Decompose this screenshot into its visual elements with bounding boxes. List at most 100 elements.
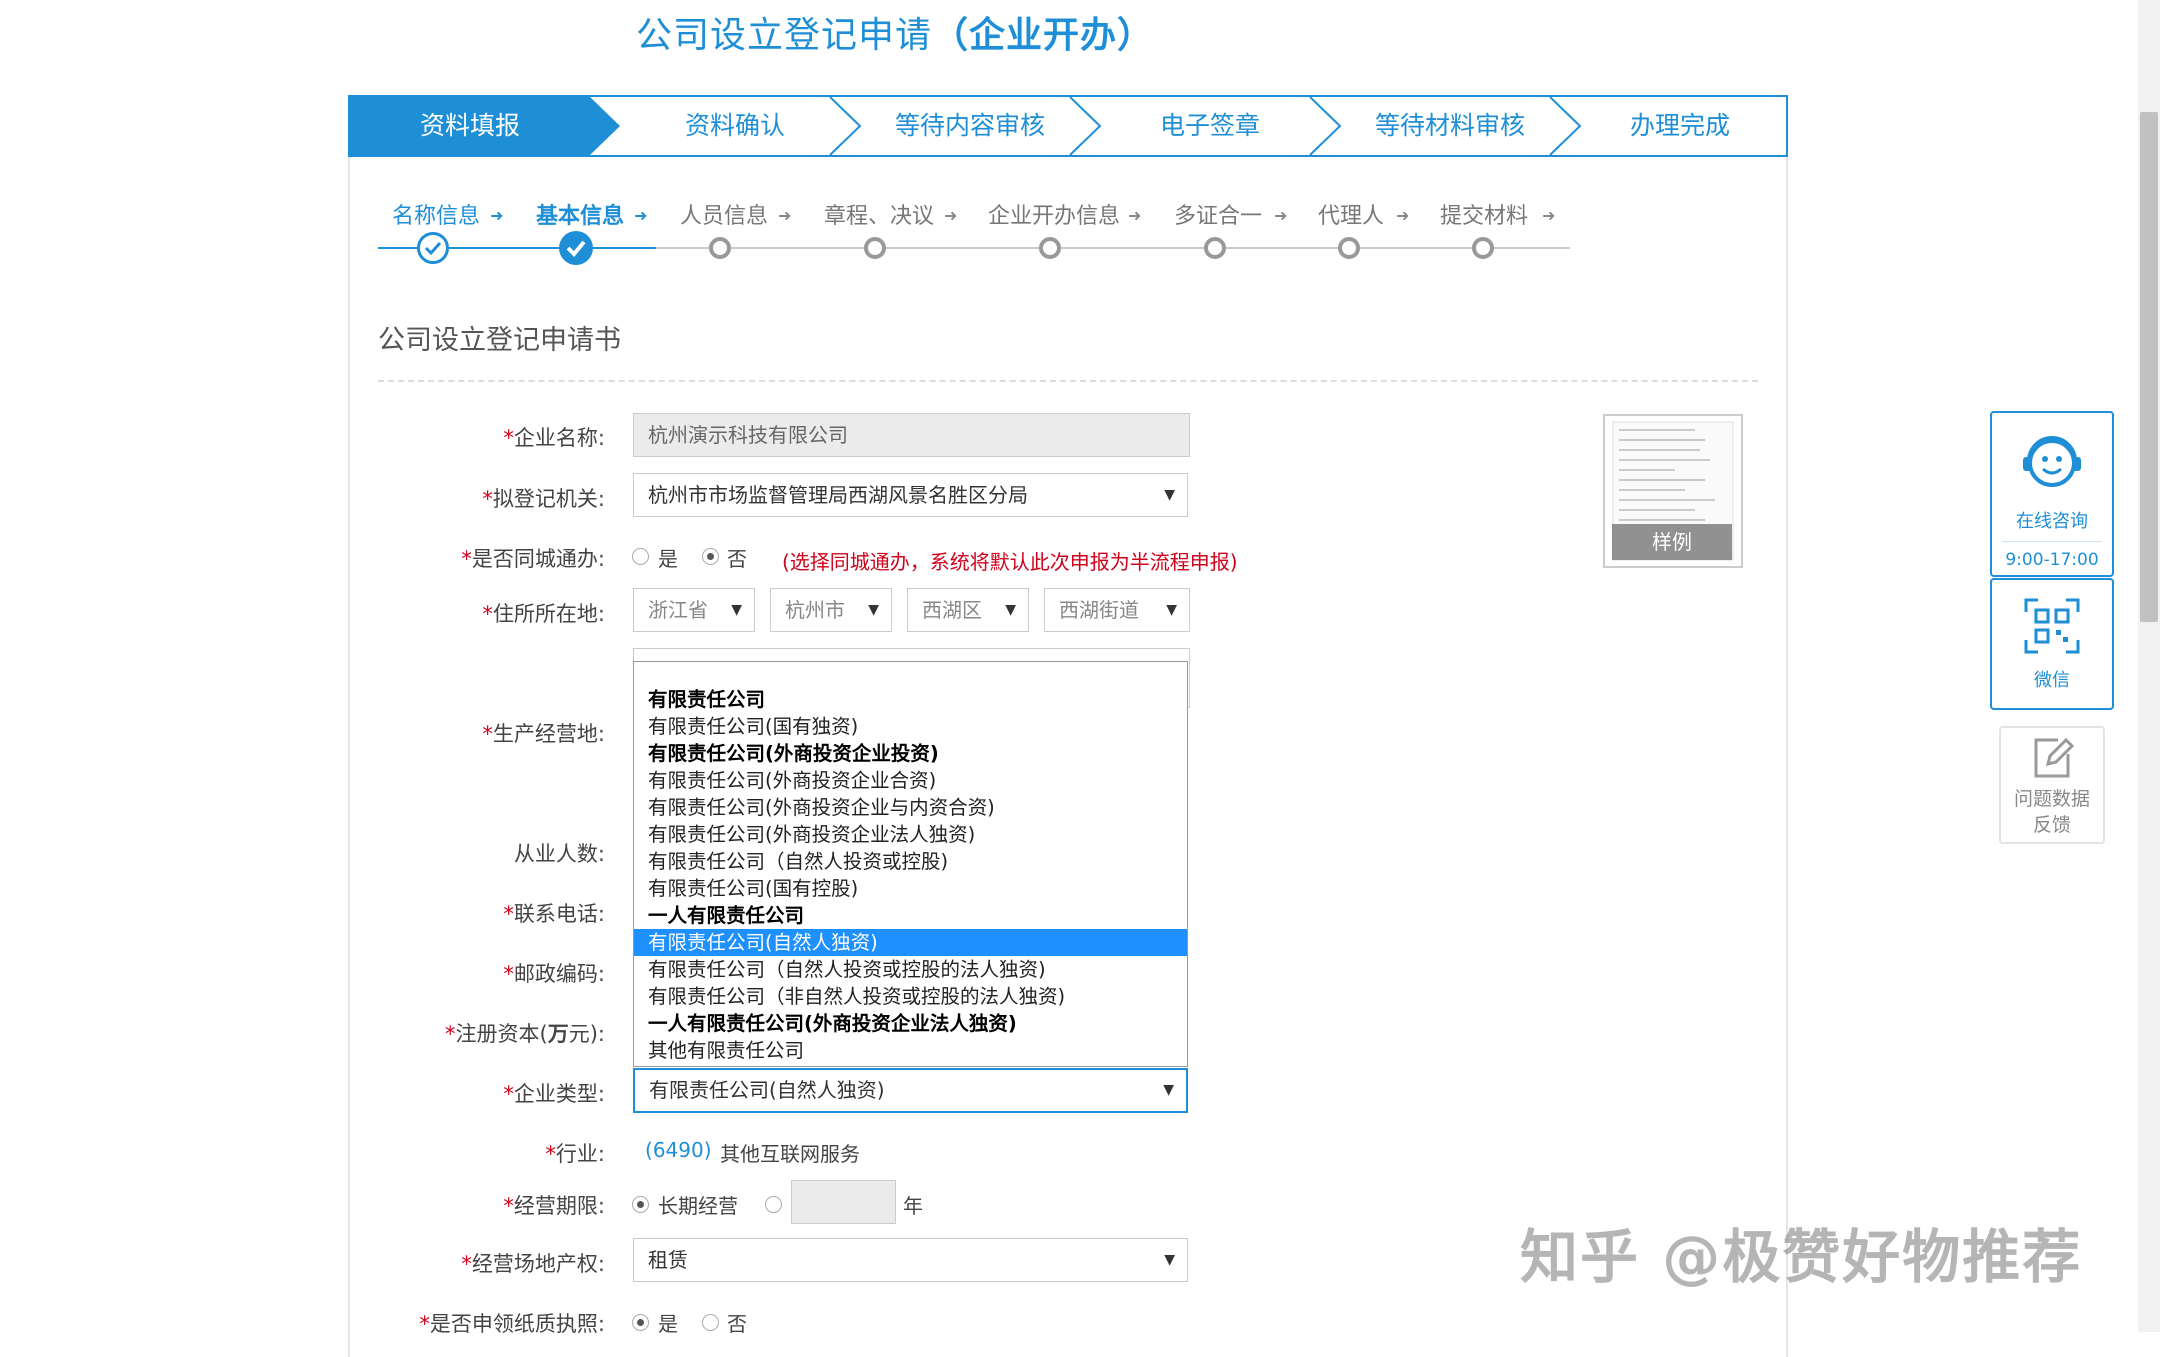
substep-charter[interactable]: 章程、决议 bbox=[824, 198, 934, 230]
dropdown-option[interactable]: 一人有限责任公司(外商投资企业法人独资) bbox=[634, 1010, 1187, 1037]
substep-multi-cert[interactable]: 多证合一 bbox=[1174, 198, 1262, 230]
same-city-no-label: 否 bbox=[727, 547, 747, 571]
district-select[interactable]: 西湖区 ▼ bbox=[907, 588, 1029, 632]
label-paper-license: *是否申领纸质执照: bbox=[419, 1312, 605, 1336]
arrow-right-icon: ➜ bbox=[1274, 206, 1288, 225]
step-content-review: 等待内容审核 bbox=[894, 111, 1045, 140]
paper-no-radio[interactable] bbox=[702, 1314, 719, 1331]
dropdown-option[interactable]: 有限责任公司(外商投资企业与内资合资) bbox=[634, 794, 1187, 821]
term-year-unit: 年 bbox=[903, 1194, 923, 1218]
dropdown-arrow-icon: ▼ bbox=[1166, 602, 1177, 618]
label-same-city: *是否同城通办: bbox=[461, 547, 605, 571]
dropdown-arrow-icon: ▼ bbox=[1164, 1252, 1175, 1268]
step-circle-icon bbox=[1472, 237, 1494, 259]
watermark: 知乎 @极赞好物推荐 bbox=[1520, 1223, 2083, 1291]
paper-no-label: 否 bbox=[727, 1312, 747, 1336]
substep-name-info[interactable]: 名称信息 bbox=[392, 198, 480, 230]
wechat-label: 微信 bbox=[2034, 670, 2070, 691]
feedback-label-1: 问题数据 bbox=[2013, 788, 2090, 810]
dropdown-option[interactable]: 有限责任公司 bbox=[634, 686, 1187, 713]
dropdown-option[interactable]: 其他有限责任公司 bbox=[634, 1037, 1187, 1064]
qr-code-icon bbox=[2024, 598, 2080, 654]
label-property: *经营场地产权: bbox=[461, 1252, 605, 1276]
page-title: 公司设立登记申请（企业开办） bbox=[635, 15, 1155, 56]
form-heading: 公司设立登记申请书 bbox=[378, 325, 621, 356]
label-employees: 从业人数: bbox=[513, 842, 605, 866]
check-icon bbox=[417, 232, 449, 264]
step-material-review: 等待材料审核 bbox=[1374, 111, 1525, 140]
feedback-button[interactable]: 问题数据 反馈 bbox=[1999, 726, 2105, 844]
edit-icon bbox=[2034, 737, 2075, 778]
wechat-button[interactable]: 微信 bbox=[1990, 578, 2114, 710]
label-phone: *联系电话: bbox=[503, 902, 605, 926]
enterprise-type-dropdown[interactable]: 有限责任公司 有限责任公司(国有独资) 有限责任公司(外商投资企业投资) 有限责… bbox=[633, 661, 1188, 1067]
arrow-right-icon: ➜ bbox=[634, 206, 648, 225]
substep-enterprise-info[interactable]: 企业开办信息 bbox=[988, 198, 1120, 230]
arrow-right-icon: ➜ bbox=[1542, 206, 1556, 225]
same-city-yes-radio[interactable] bbox=[632, 548, 649, 565]
arrow-right-icon: ➜ bbox=[778, 206, 792, 225]
same-city-tip: (选择同城通办，系统将默认此次申报为半流程申报) bbox=[782, 550, 1238, 574]
label-authority: *拟登记机关: bbox=[482, 487, 605, 511]
label-address: *住所所在地: bbox=[482, 602, 605, 626]
dropdown-option[interactable]: 有限责任公司(国有控股) bbox=[634, 875, 1187, 902]
dropdown-option[interactable]: 有限责任公司(外商投资企业法人独资) bbox=[634, 821, 1187, 848]
dropdown-option[interactable]: 有限责任公司（自然人投资或控股) bbox=[634, 848, 1187, 875]
dropdown-arrow-icon: ▼ bbox=[1164, 487, 1175, 503]
step-complete: 办理完成 bbox=[1629, 111, 1730, 140]
progress-steps-bar: 资料填报 资料确认 等待内容审核 电子签章 等待材料审核 办理完成 bbox=[348, 95, 1788, 157]
authority-select[interactable]: 杭州市市场监督管理局西湖风景名胜区分局 ▼ bbox=[633, 473, 1188, 517]
dropdown-option[interactable]: 有限责任公司(外商投资企业合资) bbox=[634, 767, 1187, 794]
dropdown-option[interactable]: 有限责任公司(国有独资) bbox=[634, 713, 1187, 740]
step-confirm: 资料确认 bbox=[684, 111, 785, 140]
scrollbar-thumb[interactable] bbox=[2140, 112, 2158, 622]
property-select[interactable]: 租赁 ▼ bbox=[633, 1238, 1188, 1282]
substep-submit-materials[interactable]: 提交材料 bbox=[1440, 198, 1528, 230]
label-industry: *行业: bbox=[545, 1142, 605, 1166]
term-years-radio[interactable] bbox=[765, 1196, 782, 1213]
dropdown-arrow-icon: ▼ bbox=[731, 602, 742, 618]
enterprise-name-input[interactable]: 杭州演示科技有限公司 bbox=[633, 413, 1190, 457]
paper-yes-label: 是 bbox=[658, 1312, 678, 1336]
consult-hours: 9:00-17:00 bbox=[2002, 541, 2102, 570]
dropdown-option[interactable]: 一人有限责任公司 bbox=[634, 902, 1187, 929]
dropdown-option[interactable]: 有限责任公司（非自然人投资或控股的法人独资) bbox=[634, 983, 1187, 1010]
term-years-input[interactable] bbox=[791, 1180, 896, 1224]
term-long-radio[interactable] bbox=[632, 1196, 649, 1213]
online-consult-button[interactable]: 在线咨询 9:00-17:00 bbox=[1990, 411, 2114, 577]
step-fill-info: 资料填报 bbox=[419, 111, 520, 140]
step-circle-icon bbox=[864, 237, 886, 259]
feedback-label-2: 反馈 bbox=[2032, 814, 2071, 836]
city-select[interactable]: 杭州市 ▼ bbox=[770, 588, 892, 632]
check-icon bbox=[559, 231, 593, 265]
step-circle-icon bbox=[709, 237, 731, 259]
province-select[interactable]: 浙江省 ▼ bbox=[633, 588, 755, 632]
dropdown-option[interactable]: 有限责任公司(外商投资企业投资) bbox=[634, 740, 1187, 767]
consult-label: 在线咨询 bbox=[2016, 511, 2088, 532]
dropdown-option-selected[interactable]: 有限责任公司(自然人独资) bbox=[634, 929, 1187, 956]
label-capital: *注册资本(万元): bbox=[445, 1022, 605, 1046]
label-term: *经营期限: bbox=[503, 1194, 605, 1218]
sample-label: 样例 bbox=[1612, 524, 1732, 560]
label-enterprise-name: *企业名称: bbox=[503, 426, 605, 450]
label-enterprise-type: *企业类型: bbox=[503, 1082, 605, 1106]
enterprise-type-select[interactable]: 有限责任公司(自然人独资) ▼ bbox=[633, 1068, 1188, 1113]
same-city-no-radio[interactable] bbox=[702, 548, 719, 565]
dropdown-arrow-icon: ▼ bbox=[1163, 1082, 1174, 1098]
step-e-seal: 电子签章 bbox=[1159, 111, 1260, 140]
industry-name: 其他互联网服务 bbox=[720, 1142, 860, 1166]
paper-yes-radio[interactable] bbox=[632, 1314, 649, 1331]
same-city-yes-label: 是 bbox=[658, 547, 678, 571]
step-circle-icon bbox=[1039, 237, 1061, 259]
substep-basic-info[interactable]: 基本信息 bbox=[536, 198, 624, 230]
divider bbox=[378, 380, 1758, 382]
substep-personnel-info[interactable]: 人员信息 bbox=[680, 198, 768, 230]
substep-agent[interactable]: 代理人 bbox=[1318, 198, 1384, 230]
industry-code[interactable]: (6490) bbox=[645, 1138, 712, 1162]
dropdown-option[interactable]: 有限责任公司（自然人投资或控股的法人独资) bbox=[634, 956, 1187, 983]
dropdown-arrow-icon: ▼ bbox=[1005, 602, 1016, 618]
term-long-label: 长期经营 bbox=[658, 1194, 738, 1218]
arrow-right-icon: ➜ bbox=[944, 206, 958, 225]
street-select[interactable]: 西湖街道 ▼ bbox=[1044, 588, 1190, 632]
customer-service-icon bbox=[2023, 436, 2081, 487]
